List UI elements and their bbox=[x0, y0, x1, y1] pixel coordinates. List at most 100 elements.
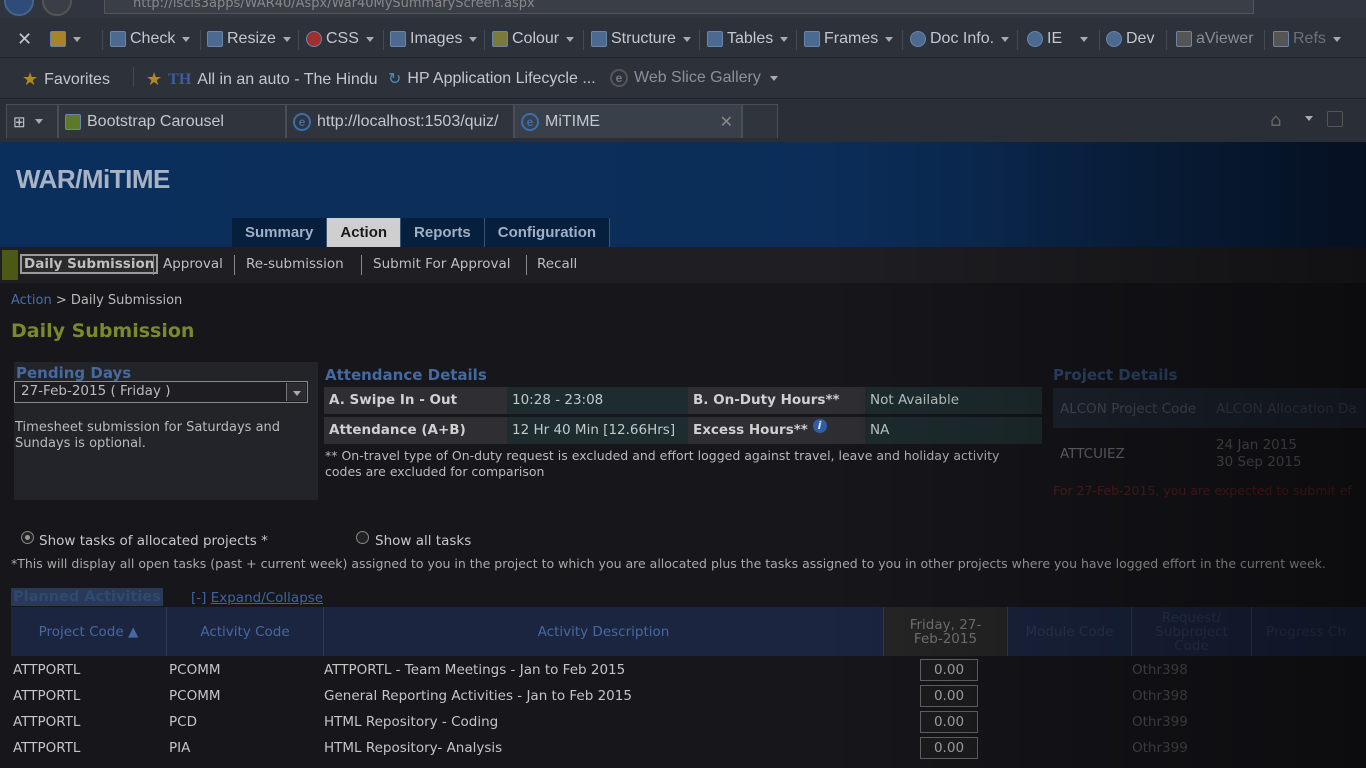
close-toolbar-icon[interactable]: ✕ bbox=[17, 28, 32, 50]
images-icon bbox=[390, 31, 406, 47]
subnav-approval[interactable]: Approval bbox=[163, 256, 223, 272]
toolbar-refs[interactable]: Refs bbox=[1273, 28, 1341, 50]
table-row: ATTPORTL PIA HTML Repository- Analysis 0… bbox=[11, 735, 1366, 761]
subnav-daily-submission[interactable]: Daily Submission bbox=[20, 254, 159, 274]
subnav-submit-for-approval[interactable]: Submit For Approval bbox=[373, 256, 510, 272]
toolbar-tables[interactable]: Tables bbox=[707, 28, 789, 50]
tab-action[interactable]: Action bbox=[327, 218, 402, 247]
col-progress[interactable]: Progress Ch bbox=[1252, 607, 1366, 656]
row-hours-input[interactable]: 0.00 bbox=[920, 659, 978, 681]
bootstrap-favicon-icon bbox=[65, 113, 81, 130]
chevron-down-icon[interactable] bbox=[286, 383, 306, 401]
favorite-the-hindu[interactable]: ★ TH All in an auto - The Hindu bbox=[146, 69, 378, 90]
tab-configuration[interactable]: Configuration bbox=[484, 218, 611, 247]
table-row: ATTPORTL PCOMM General Reporting Activit… bbox=[11, 683, 1366, 709]
ie-favicon-icon: e bbox=[521, 112, 539, 131]
attendance-label: Attendance (A+B) bbox=[324, 417, 507, 444]
row-project-code: ATTPORTL bbox=[13, 688, 81, 704]
toolbar-dev[interactable]: Dev bbox=[1106, 28, 1154, 50]
structure-icon bbox=[591, 31, 607, 47]
all-tasks-radio[interactable] bbox=[356, 531, 369, 544]
alcon-project-code-value: ATTCUIEZ bbox=[1060, 446, 1125, 462]
swipe-label: A. Swipe In - Out bbox=[324, 387, 507, 414]
col-project-code[interactable]: Project Code ▲ bbox=[11, 607, 167, 656]
swipe-value: 10:28 - 23:08 bbox=[507, 387, 688, 414]
web-slice-icon: e bbox=[610, 69, 628, 87]
developer-toolbar: ✕ Check Resize CSS Images Colour Structu… bbox=[0, 20, 1366, 58]
subnav-resubmission[interactable]: Re-submission bbox=[246, 256, 344, 272]
toolbar-css[interactable]: CSS bbox=[306, 28, 374, 50]
allocation-end-date: 30 Sep 2015 bbox=[1216, 454, 1302, 470]
favorite-hp-alm-label: HP Application Lifecycle ... bbox=[407, 70, 596, 87]
row-project-code: ATTPORTL bbox=[13, 662, 81, 678]
row-hours-input[interactable]: 0.00 bbox=[920, 737, 978, 759]
row-hours-input[interactable]: 0.00 bbox=[920, 711, 978, 733]
row-activity-description: General Reporting Activities - Jan to Fe… bbox=[324, 688, 632, 704]
toolbar-ie[interactable]: IE bbox=[1027, 28, 1089, 50]
tab-reports[interactable]: Reports bbox=[401, 218, 485, 247]
breadcrumb: Action > Daily Submission bbox=[11, 293, 182, 308]
info-icon[interactable]: i bbox=[812, 419, 827, 433]
col-module-code[interactable]: Module Code bbox=[1008, 607, 1132, 656]
tab-grid-button[interactable]: ⊞ bbox=[6, 104, 58, 138]
row-request-code: Othr399 bbox=[1132, 740, 1188, 756]
all-tasks-label: Show all tasks bbox=[375, 533, 472, 549]
tables-icon bbox=[707, 31, 723, 47]
attendance-value: 12 Hr 40 Min [12.66Hrs] bbox=[507, 417, 688, 444]
toolbar-structure[interactable]: Structure bbox=[591, 28, 691, 50]
collapse-toggle[interactable]: [-] bbox=[191, 590, 206, 606]
toolbar-aviewer[interactable]: aViewer bbox=[1176, 28, 1254, 50]
row-project-code: ATTPORTL bbox=[13, 740, 81, 756]
toolbar-images[interactable]: Images bbox=[390, 28, 478, 50]
toolbar-colour[interactable]: Colour bbox=[492, 28, 575, 50]
expand-collapse-link[interactable]: [-] Expand/Collapse bbox=[191, 590, 323, 606]
row-hours-input[interactable]: 0.00 bbox=[920, 685, 978, 707]
planned-activities-title: Planned Activities bbox=[11, 588, 163, 606]
attendance-title: Attendance Details bbox=[325, 366, 487, 384]
breadcrumb-action-link[interactable]: Action bbox=[11, 293, 52, 308]
excess-hours-value: NA bbox=[865, 417, 1042, 444]
new-tab-button[interactable] bbox=[742, 104, 778, 138]
subnav-recall[interactable]: Recall bbox=[537, 256, 577, 272]
toolbar-resize[interactable]: Resize bbox=[207, 28, 291, 50]
alcon-project-code-header: ALCON Project Code bbox=[1060, 401, 1197, 417]
pending-days-select[interactable]: 27-Feb-2015 ( Friday ) bbox=[14, 381, 308, 403]
toolbar-check[interactable]: Check bbox=[110, 28, 191, 50]
favorite-web-slice-gallery[interactable]: e Web Slice Gallery bbox=[610, 69, 778, 87]
browser-tab-localhost-quiz[interactable]: e http://localhost:1503/quiz/ bbox=[286, 104, 514, 138]
feeds-icon[interactable] bbox=[1327, 111, 1343, 127]
home-dropdown-icon[interactable] bbox=[1305, 116, 1313, 121]
favorites-star-icon: ★ bbox=[22, 69, 39, 89]
address-bar[interactable]: http://iscis3apps/WAR40/Aspx/War40MySumm… bbox=[104, 0, 1254, 14]
browser-tab-bootstrap-carousel[interactable]: Bootstrap Carousel bbox=[58, 104, 286, 138]
favorite-hp-alm[interactable]: ↻ HP Application Lifecycle ... bbox=[388, 69, 596, 89]
toolbar-frames[interactable]: Frames bbox=[804, 28, 894, 50]
pending-days-selected: 27-Feb-2015 ( Friday ) bbox=[21, 383, 171, 399]
alcon-allocation-date-header: ALCON Allocation Da bbox=[1216, 401, 1357, 417]
home-icon[interactable]: ⌂ bbox=[1270, 110, 1281, 131]
col-request-subproject[interactable]: Request/ Subproject Code bbox=[1132, 607, 1252, 656]
dev-icon bbox=[1106, 31, 1122, 47]
main-tabs: Summary Action Reports Configuration bbox=[232, 218, 611, 247]
toolbar-aviewer-label: aViewer bbox=[1196, 30, 1254, 47]
favorites-button[interactable]: ★ Favorites bbox=[22, 69, 110, 90]
col-activity-description[interactable]: Activity Description bbox=[324, 607, 884, 656]
menu-icon[interactable] bbox=[50, 28, 81, 50]
browser-tab-mitime[interactable]: e MiTIME ✕ bbox=[514, 104, 742, 138]
toolbar-doc-info[interactable]: Doc Info. bbox=[910, 28, 1010, 50]
allocated-projects-radio[interactable] bbox=[21, 531, 34, 544]
tab-summary[interactable]: Summary bbox=[232, 218, 328, 247]
expand-collapse-label[interactable]: Expand/Collapse bbox=[211, 590, 323, 606]
subnav-accent bbox=[2, 250, 18, 280]
address-row: http://iscis3apps/WAR40/Aspx/War40MySumm… bbox=[0, 0, 1366, 18]
back-button[interactable] bbox=[4, 0, 34, 16]
close-tab-icon[interactable]: ✕ bbox=[720, 112, 733, 132]
row-request-code: Othr398 bbox=[1132, 688, 1188, 704]
col-activity-code[interactable]: Activity Code bbox=[167, 607, 324, 656]
css-icon bbox=[306, 31, 322, 47]
forward-button[interactable] bbox=[42, 0, 72, 16]
row-activity-code: PCOMM bbox=[169, 688, 221, 704]
pending-days-title: Pending Days bbox=[16, 364, 132, 382]
frames-icon bbox=[804, 31, 820, 47]
toolbar-tables-label: Tables bbox=[727, 30, 774, 47]
